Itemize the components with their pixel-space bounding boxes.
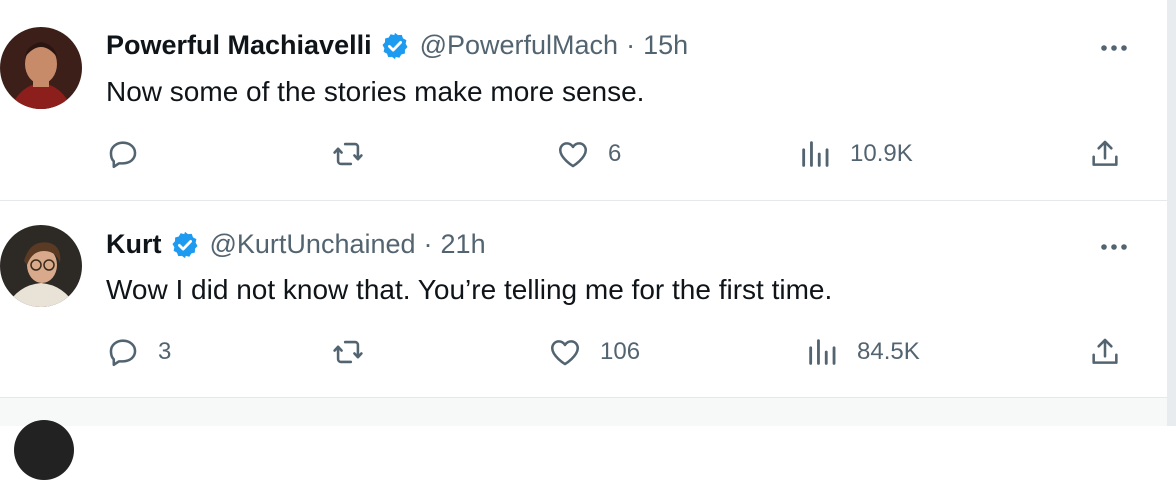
like-button[interactable]: 6 <box>556 137 621 171</box>
tweet-header: Powerful Machiavelli @PowerfulMach · 15h <box>106 30 688 61</box>
tweet-2[interactable]: Kurt @KurtUnchained · 21h Wow I did not … <box>0 201 1167 398</box>
reply-button[interactable] <box>106 137 158 171</box>
photo-avatar-icon <box>0 225 82 307</box>
heart-icon <box>558 142 588 168</box>
tweet-text: Now some of the stories make more sense. <box>106 76 645 107</box>
like-count: 106 <box>600 338 641 365</box>
retweet-button[interactable] <box>331 335 383 369</box>
views-button[interactable]: 10.9K <box>798 137 913 171</box>
next-avatar[interactable] <box>14 420 74 480</box>
retweet-icon <box>333 142 363 166</box>
scrollbar-track[interactable] <box>1167 0 1176 426</box>
timestamp[interactable]: 15h <box>643 30 688 61</box>
share-button[interactable] <box>1088 335 1122 369</box>
separator-dot: · <box>423 229 433 259</box>
like-button[interactable]: 106 <box>548 335 640 369</box>
separator-dot: · <box>626 30 636 60</box>
verified-badge-icon <box>382 32 408 59</box>
display-name[interactable]: Kurt <box>106 229 162 260</box>
timestamp[interactable]: 21h <box>441 229 486 260</box>
reply-icon <box>109 141 137 169</box>
share-button[interactable] <box>1088 137 1122 171</box>
retweet-icon <box>333 340 363 364</box>
tweet-header: Kurt @KurtUnchained · 21h <box>106 229 486 260</box>
analytics-icon <box>802 141 829 167</box>
portrait-avatar-icon <box>0 27 82 109</box>
tweet-text: Wow I did not know that. You’re telling … <box>106 274 833 305</box>
like-count: 6 <box>608 140 622 167</box>
handle[interactable]: @KurtUnchained <box>210 229 416 260</box>
reply-button[interactable]: 3 <box>106 335 171 369</box>
analytics-icon <box>809 339 836 365</box>
view-count: 84.5K <box>857 338 920 365</box>
share-icon <box>1092 338 1118 364</box>
more-options-icon[interactable] <box>1099 43 1129 53</box>
reply-count: 3 <box>158 338 172 365</box>
heart-icon <box>550 340 580 366</box>
reply-icon <box>109 339 137 367</box>
display-name[interactable]: Powerful Machiavelli <box>106 30 372 61</box>
verified-badge-icon <box>172 231 197 258</box>
action-bar: 6 10.9K <box>0 137 1167 177</box>
handle[interactable]: @PowerfulMach <box>420 30 618 61</box>
action-bar: 3 106 84.5K <box>0 335 1167 375</box>
tweet-1[interactable]: Powerful Machiavelli @PowerfulMach · 15h… <box>0 0 1167 201</box>
views-button[interactable]: 84.5K <box>805 335 920 369</box>
avatar[interactable] <box>0 225 82 307</box>
avatar[interactable] <box>0 27 82 109</box>
retweet-button[interactable] <box>331 137 383 171</box>
more-options-icon[interactable] <box>1099 242 1129 252</box>
share-icon <box>1092 140 1118 166</box>
next-tweet-strip <box>0 398 1167 426</box>
view-count: 10.9K <box>850 140 913 167</box>
